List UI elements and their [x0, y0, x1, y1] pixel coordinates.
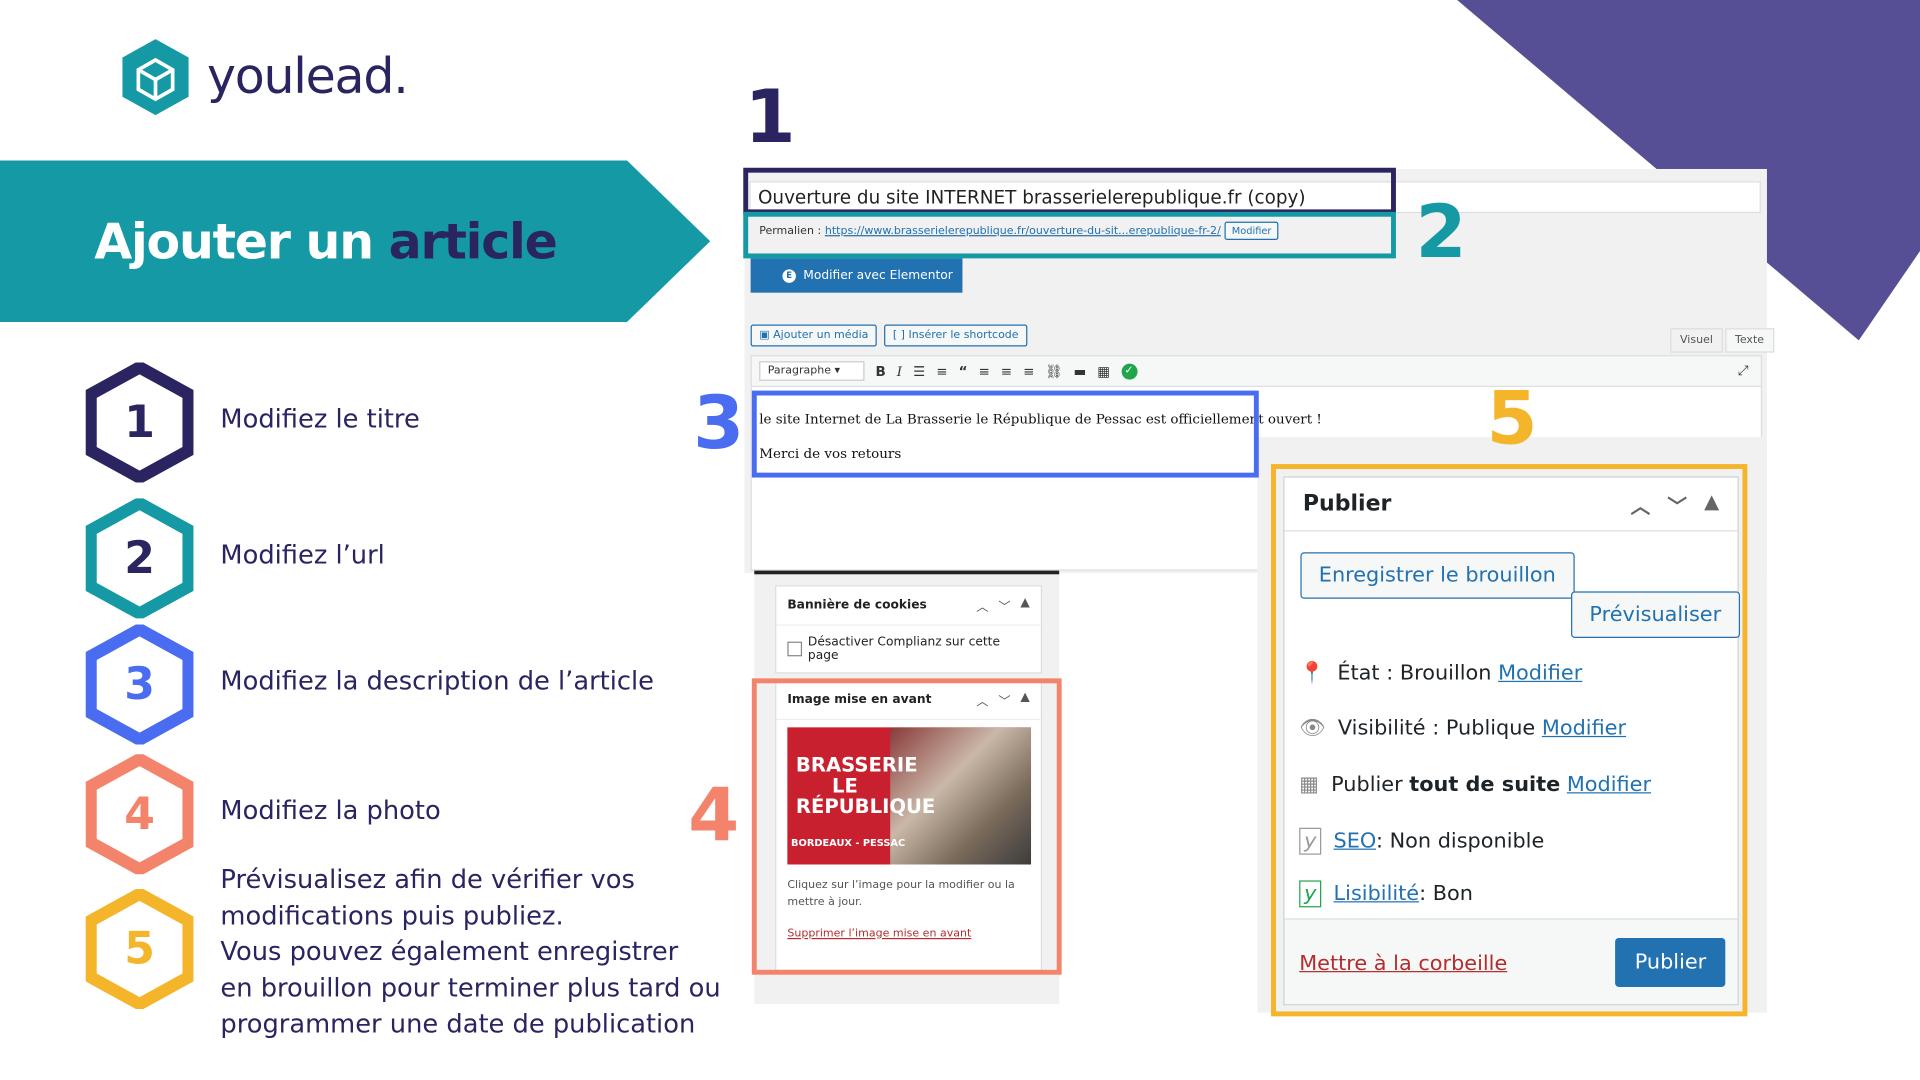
chevron-up-icon[interactable]: ︿ — [976, 596, 988, 614]
step-3: 3 Modifiez la description de l’article — [85, 624, 654, 745]
step-2-text: Modifiez l’url — [220, 540, 385, 570]
hexagon-1-icon: 1 — [85, 362, 194, 483]
pin-icon: 📍 — [1299, 661, 1326, 686]
publish-button[interactable]: Publier — [1615, 937, 1726, 987]
callout-2: 2 — [1415, 189, 1467, 276]
permalink-edit-button[interactable]: Modifier — [1224, 221, 1279, 241]
hexagon-3-icon: 3 — [85, 624, 194, 745]
featured-image-box: Image mise en avant ︿ ﹀ ▲ BRASSERIE LE RÉPU… — [775, 679, 1043, 972]
step-1-text: Modifiez le titre — [220, 404, 420, 434]
content-line-2: Merci de vos retours — [759, 445, 902, 462]
visibility-row: 👁 Visibilité : Publique Modifier — [1299, 716, 1627, 741]
step-1: 1 Modifiez le titre — [85, 362, 420, 483]
hexagon-5-icon: 5 — [85, 888, 194, 1009]
align-center-icon[interactable]: ≡ — [1001, 363, 1012, 379]
step-5-text: Prévisualisez afin de vérifier vos modif… — [220, 864, 721, 1039]
add-media-button[interactable]: ▣ Ajouter un média — [750, 324, 877, 347]
check-icon[interactable]: ✓ — [1121, 363, 1137, 379]
toggle-icon[interactable]: ▲ — [1020, 691, 1029, 709]
chevron-up-icon[interactable]: ︿ — [976, 691, 988, 709]
cookie-checkbox-row: Désactiver Complianz sur cette page — [776, 626, 1040, 673]
cookie-box-title: Bannière de cookies — [787, 598, 927, 613]
elementor-icon: E — [782, 268, 796, 283]
toggle-icon[interactable]: ▲ — [1704, 489, 1719, 518]
image-brand-text: BRASSERIE LE RÉPUBLIQUE — [795, 753, 936, 818]
numbered-list-icon[interactable]: ≡ — [936, 363, 947, 379]
logo: youlead. — [119, 37, 409, 118]
bold-icon[interactable]: B — [876, 363, 886, 379]
chevron-down-icon[interactable]: ﹀ — [1667, 489, 1687, 518]
paragraph-select[interactable]: Paragraphe ▾ — [759, 361, 865, 381]
seo-row: y SEO: Non disponible — [1299, 827, 1544, 855]
image-hint: Cliquez sur l’image pour la modifier ou … — [787, 879, 1015, 909]
brand-name: youlead. — [206, 48, 409, 106]
callout-3: 3 — [693, 380, 745, 467]
trash-link[interactable]: Mettre à la corbeille — [1299, 951, 1507, 975]
fullscreen-icon[interactable]: ⤢ — [1738, 362, 1749, 379]
calendar-icon: ▦ — [1299, 772, 1319, 798]
step-5: 5 — [85, 888, 194, 1009]
readability-row: y Lisibilité: Bon — [1299, 880, 1473, 908]
publish-box: Publier ︿ ﹀ ▲ Enregistrer le brouillon Prév… — [1283, 476, 1740, 1006]
title-banner: Ajouter un article — [0, 160, 711, 323]
italic-icon[interactable]: I — [897, 363, 902, 379]
step-2: 2 Modifiez l’url — [85, 498, 385, 619]
preview-button[interactable]: Prévisualiser — [1571, 591, 1740, 638]
content-line-1: le site Internet de La Brasserie le Répu… — [759, 411, 1322, 428]
publish-title: Publier — [1302, 491, 1392, 517]
title-part-2: article — [388, 214, 558, 271]
callout-4: 4 — [688, 772, 740, 859]
editor-tabs: Visuel Texte — [1670, 328, 1774, 353]
cookie-banner-box: Bannière de cookies ︿ ﹀ ▲ Désactiver Compli… — [775, 585, 1043, 674]
cube-logo-icon — [122, 39, 189, 116]
image-subtext: BORDEAUX - PESSAC — [791, 837, 906, 849]
seo-link[interactable]: SEO — [1334, 829, 1376, 853]
permalink: Permalien : https://www.brasserielerepub… — [759, 221, 1279, 241]
complianz-checkbox[interactable] — [787, 641, 802, 657]
schedule-row: ▦ Publier tout de suite Modifier — [1299, 772, 1652, 798]
insert-shortcode-button[interactable]: [ ] Insérer le shortcode — [884, 324, 1028, 347]
hexagon-2-icon: 2 — [85, 498, 194, 619]
page-title: Ajouter un article — [94, 214, 558, 271]
quote-icon[interactable]: “ — [959, 363, 968, 379]
read-more-icon[interactable]: ▬ — [1074, 363, 1087, 379]
title-part-1: Ajouter un — [94, 214, 374, 271]
step-4: 4 Modifiez la photo — [85, 754, 441, 875]
elementor-button[interactable]: E Modifier avec Elementor — [750, 258, 963, 293]
save-draft-button[interactable]: Enregistrer le brouillon — [1300, 552, 1575, 599]
tab-text[interactable]: Texte — [1725, 328, 1774, 353]
yoast-grey-icon: y — [1299, 827, 1322, 855]
eye-icon: 👁 — [1299, 716, 1326, 741]
status-row: 📍 État : Brouillon Modifier — [1299, 661, 1583, 686]
chevron-up-icon[interactable]: ︿ — [1631, 489, 1651, 518]
chevron-down-icon[interactable]: ﹀ — [998, 691, 1010, 709]
toolbar-toggle-icon[interactable]: ▦ — [1097, 363, 1110, 379]
callout-1: 1 — [744, 74, 796, 161]
post-title-input[interactable]: Ouverture du site INTERNET brasserielere… — [749, 181, 1761, 214]
visibility-edit-link[interactable]: Modifier — [1542, 716, 1626, 740]
editor-toolbar: Paragraphe ▾ B I ☰ ≡ “ ≡ ≡ ≡ ⛓ ▬ ▦ ✓ ⤢ — [750, 355, 1763, 387]
media-buttons: ▣ Ajouter un média [ ] Insérer le shortc… — [750, 324, 1028, 347]
featured-image[interactable]: BRASSERIE LE RÉPUBLIQUE BORDEAUX - PESSA… — [787, 727, 1032, 865]
featured-image-title: Image mise en avant — [787, 693, 932, 707]
bullet-list-icon[interactable]: ☰ — [913, 363, 925, 379]
schedule-edit-link[interactable]: Modifier — [1567, 773, 1651, 797]
step-4-text: Modifiez la photo — [220, 795, 441, 826]
readability-link[interactable]: Lisibilité — [1334, 882, 1420, 906]
align-right-icon[interactable]: ≡ — [1023, 363, 1034, 379]
publish-footer: Mettre à la corbeille Publier — [1284, 918, 1738, 1005]
link-icon[interactable]: ⛓ — [1045, 363, 1062, 379]
chevron-down-icon[interactable]: ﹀ — [998, 596, 1010, 614]
tab-visual[interactable]: Visuel — [1670, 328, 1723, 353]
status-edit-link[interactable]: Modifier — [1498, 661, 1582, 685]
yoast-green-icon: y — [1299, 880, 1322, 908]
align-left-icon[interactable]: ≡ — [978, 363, 989, 379]
remove-image-link[interactable]: Supprimer l’image mise en avant — [787, 928, 971, 940]
toggle-icon[interactable]: ▲ — [1020, 596, 1029, 614]
permalink-url[interactable]: https://www.brasserielerepublique.fr/ouv… — [825, 225, 1221, 237]
callout-5: 5 — [1486, 375, 1538, 462]
step-3-text: Modifiez la description de l’article — [220, 666, 655, 696]
hexagon-4-icon: 4 — [85, 754, 194, 875]
